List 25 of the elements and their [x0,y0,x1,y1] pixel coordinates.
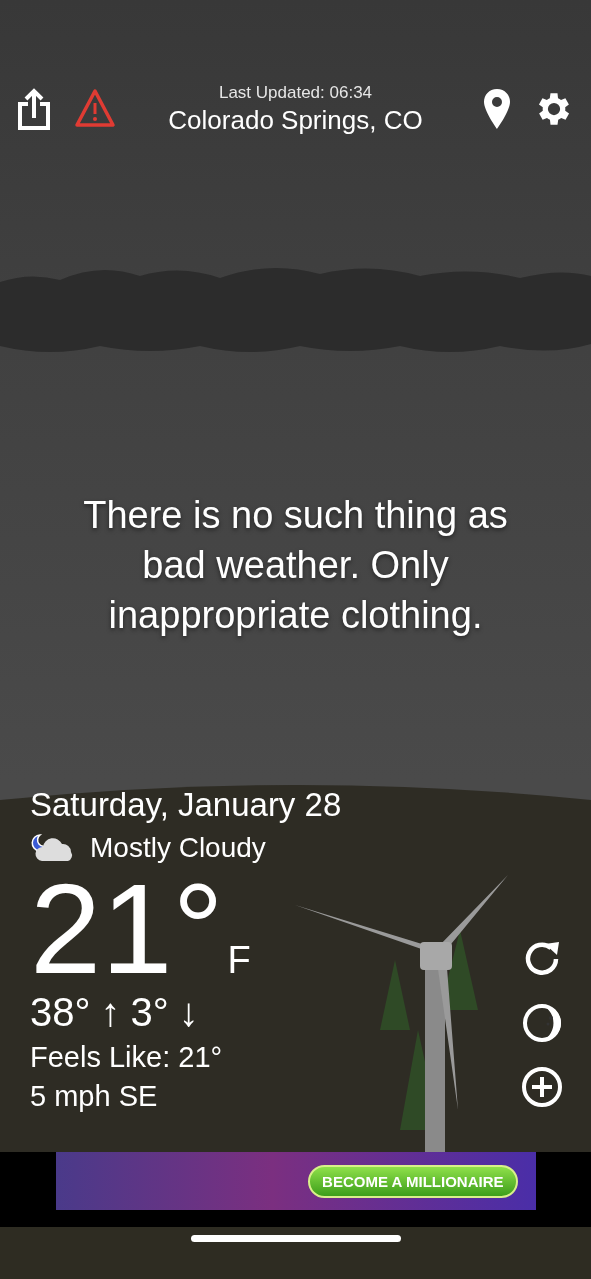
add-button[interactable] [521,1066,563,1108]
ad-cta-button[interactable]: BECOME A MILLIONAIRE [308,1164,518,1198]
plus-circle-icon [521,1066,563,1108]
quote-text: There is no such thing as bad weather. Only inappropriate clothing. [82,493,509,638]
alert-button[interactable] [74,88,116,130]
temperature-unit: F [227,939,251,982]
location-name: Colorado Springs, CO [168,104,423,136]
up-arrow: ↑ [100,990,121,1035]
map-pin-icon [483,88,511,130]
feels-like-text: Feels Like: 21° [30,1041,224,1074]
last-updated-text: Last Updated: 06:34 [218,82,373,103]
moon-phase-button[interactable] [521,1002,563,1044]
location-button[interactable] [483,88,511,130]
ad-banner[interactable]: BECOME A MILLIONAIRE [55,1152,536,1210]
warning-icon [74,88,116,128]
high-temperature: 38° [30,990,91,1035]
wind-text: 5 mph SE [30,1080,159,1113]
share-icon [16,88,52,132]
condition-text: Mostly Cloudy [90,832,266,864]
moon-icon [521,1002,563,1044]
low-temperature: 3° [130,990,169,1035]
down-arrow: ↓ [178,990,199,1035]
share-button[interactable] [16,88,52,130]
date-text: Saturday, January 28 [30,786,343,824]
temperature-value: 21° [30,870,224,988]
